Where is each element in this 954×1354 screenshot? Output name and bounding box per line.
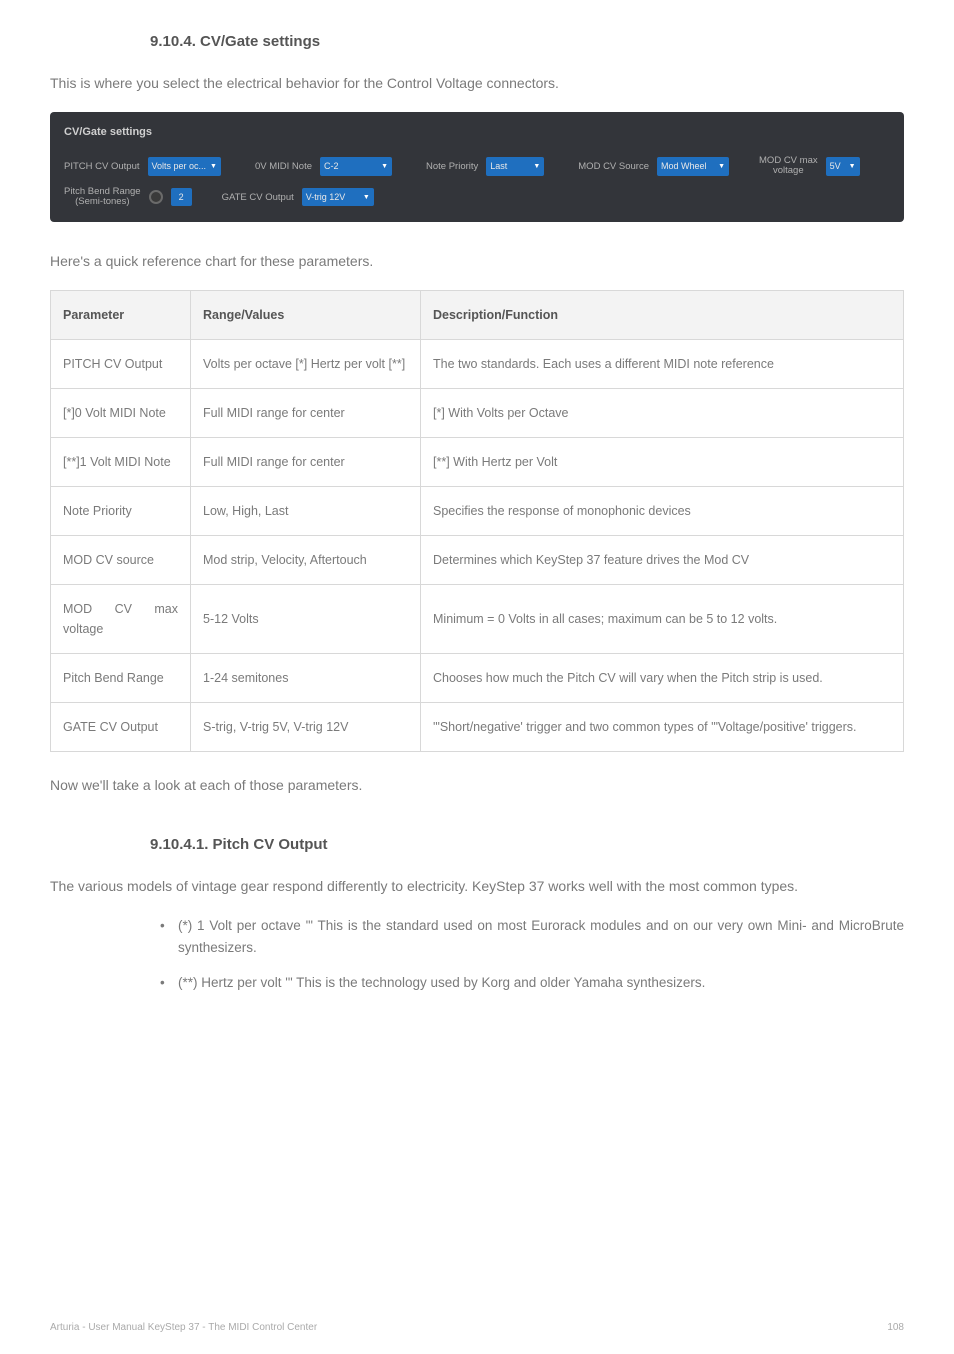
- table-cell: '"Short/negative' trigger and two common…: [421, 703, 904, 752]
- table-cell: Minimum = 0 Volts in all cases; maximum …: [421, 585, 904, 654]
- intro-paragraph: This is where you select the electrical …: [50, 72, 904, 94]
- table-row: Note Priority Low, High, Last Specifies …: [51, 487, 904, 536]
- zero-v-midi-note-value: C-2: [324, 159, 339, 173]
- cv-panel-title: CV/Gate settings: [64, 124, 890, 142]
- mod-cv-max-voltage-value: 5V: [830, 159, 841, 173]
- table-cell: Mod strip, Velocity, Aftertouch: [191, 536, 421, 585]
- list-item: (**) Hertz per volt '" This is the techn…: [160, 972, 904, 994]
- note-priority-value: Last: [490, 159, 507, 173]
- table-cell: Full MIDI range for center: [191, 389, 421, 438]
- ref-chart-intro: Here's a quick reference chart for these…: [50, 250, 904, 272]
- table-header-range: Range/Values: [191, 291, 421, 340]
- mod-cv-source-value: Mod Wheel: [661, 159, 707, 173]
- caret-down-icon: ▼: [718, 161, 725, 172]
- table-cell: [*] With Volts per Octave: [421, 389, 904, 438]
- table-cell: The two standards. Each uses a different…: [421, 340, 904, 389]
- table-row: MOD CV max voltage 5-12 Volts Minimum = …: [51, 585, 904, 654]
- zero-v-midi-note-label: 0V MIDI Note: [255, 159, 312, 174]
- pitch-bend-range-knob[interactable]: [149, 190, 163, 204]
- table-cell: Pitch Bend Range: [51, 654, 191, 703]
- pitch-cv-output-value: Volts per oc...: [152, 159, 207, 173]
- gate-cv-output-label: GATE CV Output: [222, 190, 294, 205]
- caret-down-icon: ▼: [210, 161, 217, 172]
- table-row: GATE CV Output S-trig, V-trig 5V, V-trig…: [51, 703, 904, 752]
- table-cell: [**] With Hertz per Volt: [421, 438, 904, 487]
- table-cell: MOD CV source: [51, 536, 191, 585]
- table-cell: 1-24 semitones: [191, 654, 421, 703]
- table-cell: GATE CV Output: [51, 703, 191, 752]
- table-row: Pitch Bend Range 1-24 semitones Chooses …: [51, 654, 904, 703]
- table-cell: Low, High, Last: [191, 487, 421, 536]
- list-item: (*) 1 Volt per octave '" This is the sta…: [160, 915, 904, 958]
- pitch-bend-range-value[interactable]: 2: [171, 188, 192, 206]
- sub-intro-paragraph: The various models of vintage gear respo…: [50, 875, 904, 897]
- pitch-cv-output-label: PITCH CV Output: [64, 159, 140, 174]
- gate-cv-output-value: V-trig 12V: [306, 190, 346, 204]
- table-cell: Note Priority: [51, 487, 191, 536]
- table-row: [*]0 Volt MIDI Note Full MIDI range for …: [51, 389, 904, 438]
- mod-cv-max-voltage-label: MOD CV maxvoltage: [759, 156, 818, 177]
- table-row: PITCH CV Output Volts per octave [*] Her…: [51, 340, 904, 389]
- mod-cv-max-voltage-select[interactable]: 5V ▼: [826, 157, 860, 175]
- table-cell: [*]0 Volt MIDI Note: [51, 389, 191, 438]
- table-cell: Specifies the response of monophonic dev…: [421, 487, 904, 536]
- footer-page-number: 108: [887, 1320, 904, 1336]
- caret-down-icon: ▼: [533, 161, 540, 172]
- table-row: MOD CV source Mod strip, Velocity, After…: [51, 536, 904, 585]
- table-header-parameter: Parameter: [51, 291, 191, 340]
- mod-cv-source-label: MOD CV Source: [578, 159, 649, 174]
- table-row: [**]1 Volt MIDI Note Full MIDI range for…: [51, 438, 904, 487]
- page-footer: Arturia - User Manual KeyStep 37 - The M…: [50, 1320, 904, 1336]
- note-priority-label: Note Priority: [426, 159, 478, 174]
- table-cell: Volts per octave [*] Hertz per volt [**]: [191, 340, 421, 389]
- after-table-paragraph: Now we'll take a look at each of those p…: [50, 774, 904, 796]
- table-cell: [**]1 Volt MIDI Note: [51, 438, 191, 487]
- table-cell: MOD CV max voltage: [51, 585, 191, 654]
- table-cell: PITCH CV Output: [51, 340, 191, 389]
- subsection-heading: 9.10.4.1. Pitch CV Output: [150, 833, 904, 857]
- cv-panel-row-2: Pitch Bend Range(Semi-tones) 2 GATE CV O…: [64, 187, 890, 208]
- cv-gate-settings-panel: CV/Gate settings PITCH CV Output Volts p…: [50, 112, 904, 221]
- pitch-bend-range-label: Pitch Bend Range(Semi-tones): [64, 187, 141, 208]
- table-cell: Determines which KeyStep 37 feature driv…: [421, 536, 904, 585]
- zero-v-midi-note-select[interactable]: C-2 ▼: [320, 157, 392, 175]
- footer-left-text: Arturia - User Manual KeyStep 37 - The M…: [50, 1320, 317, 1336]
- caret-down-icon: ▼: [849, 161, 856, 172]
- caret-down-icon: ▼: [363, 192, 370, 203]
- table-header-row: Parameter Range/Values Description/Funct…: [51, 291, 904, 340]
- gate-cv-output-select[interactable]: V-trig 12V ▼: [302, 188, 374, 206]
- table-cell: Full MIDI range for center: [191, 438, 421, 487]
- cv-panel-row-1: PITCH CV Output Volts per oc... ▼ 0V MID…: [64, 156, 890, 177]
- table-cell: S-trig, V-trig 5V, V-trig 12V: [191, 703, 421, 752]
- caret-down-icon: ▼: [381, 161, 388, 172]
- parameters-table: Parameter Range/Values Description/Funct…: [50, 290, 904, 752]
- pitch-cv-output-select[interactable]: Volts per oc... ▼: [148, 157, 221, 175]
- table-cell: 5-12 Volts: [191, 585, 421, 654]
- note-priority-select[interactable]: Last ▼: [486, 157, 544, 175]
- section-heading: 9.10.4. CV/Gate settings: [150, 30, 904, 54]
- mod-cv-source-select[interactable]: Mod Wheel ▼: [657, 157, 729, 175]
- bullet-list: (*) 1 Volt per octave '" This is the sta…: [50, 915, 904, 994]
- table-cell: Chooses how much the Pitch CV will vary …: [421, 654, 904, 703]
- table-header-description: Description/Function: [421, 291, 904, 340]
